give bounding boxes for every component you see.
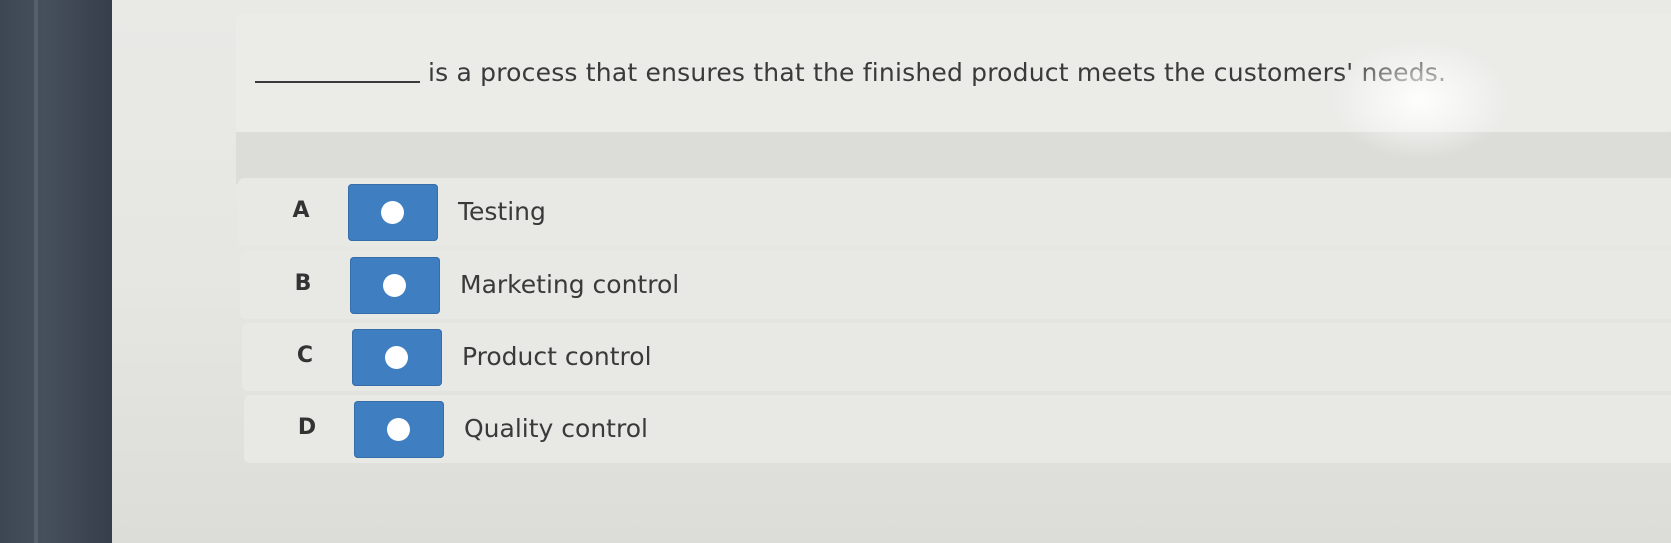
answer-option-c[interactable]: C Product control bbox=[242, 323, 1671, 391]
option-letter: A bbox=[292, 198, 310, 223]
radio-button[interactable] bbox=[348, 184, 438, 241]
question-prompt: is a process that ensures that the finis… bbox=[255, 58, 1446, 87]
monitor-bezel bbox=[0, 0, 112, 543]
radio-button[interactable] bbox=[350, 257, 440, 314]
option-label: Testing bbox=[458, 197, 546, 226]
radio-dot-icon bbox=[381, 201, 404, 224]
option-label: Marketing control bbox=[460, 270, 680, 299]
radio-dot-icon bbox=[385, 346, 408, 369]
option-label: Quality control bbox=[464, 414, 648, 443]
radio-dot-icon bbox=[383, 274, 406, 297]
question-text: is a process that ensures that the finis… bbox=[428, 58, 1447, 87]
option-letter: C bbox=[296, 343, 314, 368]
option-letter: D bbox=[297, 415, 317, 440]
answer-option-a[interactable]: A Testing bbox=[238, 178, 1671, 246]
answer-blank bbox=[255, 81, 420, 83]
radio-button[interactable] bbox=[354, 401, 444, 458]
answer-option-d[interactable]: D Quality control bbox=[244, 395, 1671, 463]
radio-button[interactable] bbox=[352, 329, 442, 386]
divider-band bbox=[236, 132, 1671, 184]
option-label: Product control bbox=[462, 342, 652, 371]
radio-dot-icon bbox=[387, 418, 410, 441]
option-letter: B bbox=[294, 271, 312, 296]
answer-option-b[interactable]: B Marketing control bbox=[240, 251, 1671, 319]
